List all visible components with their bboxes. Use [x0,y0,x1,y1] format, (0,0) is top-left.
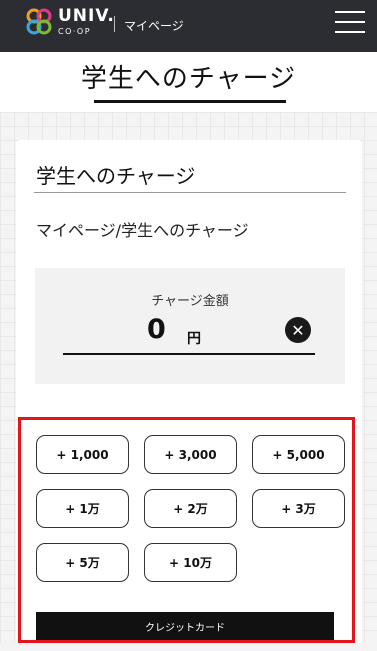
brand-logo-text[interactable]: UNIV. CO·OP [58,8,115,36]
page-title-underline [94,100,286,103]
header-divider [114,16,115,32]
close-icon: ✕ [291,320,305,340]
top-navigation-bar: UNIV. CO·OP マイページ [0,0,377,52]
coop-logo-icon [26,8,52,35]
charge-amount-unit: 円 [187,331,201,347]
breadcrumb: マイページ/学生へのチャージ [36,221,249,240]
brand-subname: CO·OP [58,27,92,36]
charge-amount-value[interactable]: 0 [147,314,166,345]
brand-name: UNIV. [58,6,115,26]
charge-amount-underline [63,353,315,355]
highlight-frame [18,417,355,643]
charge-amount-box: チャージ金額 0 円 ✕ [35,268,345,384]
bottom-edge [0,643,377,651]
page-title: 学生へのチャージ [80,64,297,94]
charge-amount-label: チャージ金額 [151,294,229,309]
card-title: 学生へのチャージ [36,164,196,188]
mypage-link[interactable]: マイページ [124,17,184,34]
clear-amount-button[interactable]: ✕ [285,317,311,343]
card-title-divider [34,192,346,193]
hamburger-menu-icon[interactable] [335,11,365,35]
